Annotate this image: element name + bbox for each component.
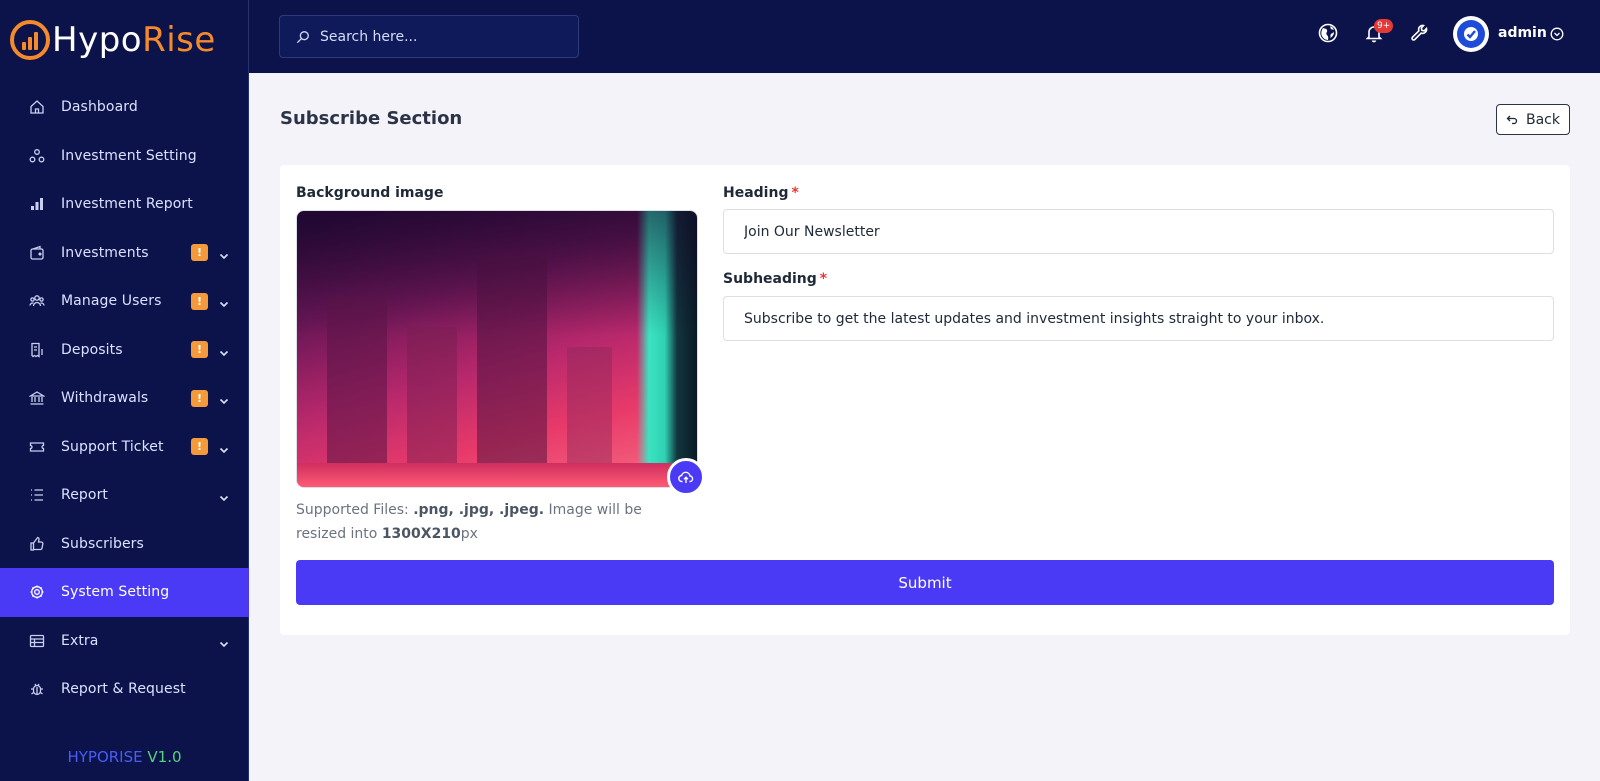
- brand-logo[interactable]: HypoRise: [10, 18, 216, 62]
- sidebar-item-label: Support Ticket: [61, 438, 164, 455]
- list-icon: [29, 487, 45, 503]
- subheading-label: Subheading *: [723, 271, 828, 287]
- subheading-input[interactable]: [723, 296, 1554, 341]
- sidebar-item-investment-setting[interactable]: Investment Setting: [0, 132, 249, 181]
- upload-image-button[interactable]: [667, 458, 705, 496]
- brand-name: HypoRise: [52, 20, 216, 60]
- sidebar-item-report[interactable]: Report: [0, 471, 249, 520]
- back-button[interactable]: Back: [1496, 104, 1570, 135]
- home-icon: [29, 99, 45, 115]
- sidebar: HypoRise Dashboard Investment Setting Inve…: [0, 0, 249, 781]
- chevron-down-icon[interactable]: [218, 489, 230, 502]
- submit-button[interactable]: Submit: [296, 560, 1554, 605]
- check-badge-icon: [1457, 20, 1485, 48]
- sidebar-item-dashboard[interactable]: Dashboard: [0, 83, 249, 132]
- search-box[interactable]: [279, 15, 579, 58]
- alert-badge: !: [191, 341, 208, 359]
- alert-badge: !: [191, 389, 208, 407]
- receipt-icon: [29, 342, 45, 358]
- alert-badge: !: [191, 292, 208, 310]
- supported-files-help: Supported Files: .png, .jpg, .jpeg. Imag…: [296, 502, 642, 542]
- sidebar-item-system-setting[interactable]: System Setting: [0, 568, 249, 617]
- sidebar-item-label: Report: [61, 487, 109, 504]
- avatar[interactable]: [1453, 16, 1489, 52]
- back-label: Back: [1526, 111, 1560, 128]
- chevron-down-icon[interactable]: [218, 295, 230, 308]
- sidebar-item-label: Report & Request: [61, 681, 186, 698]
- sidebar-item-deposits[interactable]: Deposits!: [0, 326, 249, 375]
- chevron-down-icon[interactable]: [218, 247, 230, 259]
- heading-label: Heading *: [723, 185, 799, 201]
- ticket-icon: [29, 439, 45, 455]
- back-arrow-icon: [1506, 115, 1518, 124]
- bar-chart-icon: [29, 196, 45, 212]
- wallet-icon: [29, 245, 45, 261]
- thumbs-up-icon: [29, 536, 45, 552]
- globe-icon[interactable]: [1317, 22, 1339, 44]
- sidebar-nav: Dashboard Investment Setting Investment Re…: [0, 83, 249, 714]
- chevron-down-icon[interactable]: [218, 392, 230, 405]
- chevron-down-icon[interactable]: [218, 441, 230, 453]
- sidebar-item-manage-users[interactable]: Manage Users!: [0, 277, 249, 326]
- settings-icon: [29, 584, 45, 600]
- sidebar-item-subscribers[interactable]: Subscribers: [0, 520, 249, 569]
- search-icon: [296, 30, 309, 43]
- sidebar-item-label: Withdrawals: [61, 390, 149, 407]
- sidebar-item-report-request[interactable]: Report & Request: [0, 665, 249, 714]
- sidebar-item-investment-report[interactable]: Investment Report: [0, 180, 249, 229]
- sidebar-item-label: Investment Setting: [61, 147, 197, 164]
- version-label: HYPORISE V1.0: [67, 748, 182, 766]
- notification-badge: 9+: [1374, 19, 1394, 33]
- topbar: [249, 0, 1600, 73]
- search-input[interactable]: [320, 28, 570, 45]
- wrench-icon[interactable]: [1409, 22, 1431, 44]
- users-icon: [29, 293, 45, 309]
- sidebar-item-label: Extra: [61, 632, 99, 649]
- table-icon: [29, 633, 45, 649]
- chevron-down-circle-icon[interactable]: [1550, 27, 1564, 41]
- bank-icon: [29, 390, 45, 406]
- sidebar-item-label: Investment Report: [61, 196, 193, 213]
- sidebar-item-label: Subscribers: [61, 535, 144, 552]
- network-icon: [29, 148, 45, 164]
- alert-badge: !: [191, 438, 208, 456]
- sidebar-item-investments[interactable]: Investments!: [0, 229, 249, 278]
- logo-mark-icon: [10, 20, 50, 60]
- cloud-upload-icon: [678, 471, 694, 483]
- background-image-preview: [296, 210, 698, 488]
- sidebar-item-label: Investments: [61, 244, 149, 261]
- sidebar-item-label: Deposits: [61, 341, 123, 358]
- subscribe-form-card: Background image Supported Files: .png, …: [280, 165, 1570, 635]
- page-title: Subscribe Section: [280, 108, 463, 129]
- background-image-label: Background image: [296, 185, 444, 201]
- chevron-down-icon[interactable]: [218, 635, 230, 647]
- sidebar-item-label: Dashboard: [61, 99, 138, 116]
- sidebar-item-support-ticket[interactable]: Support Ticket!: [0, 423, 249, 472]
- sidebar-item-label: System Setting: [61, 584, 170, 601]
- alert-badge: !: [191, 244, 208, 262]
- sidebar-item-extra[interactable]: Extra: [0, 617, 249, 666]
- chevron-down-icon[interactable]: [218, 344, 230, 356]
- sidebar-item-withdrawals[interactable]: Withdrawals!: [0, 374, 249, 423]
- bug-icon: [29, 681, 45, 697]
- heading-input[interactable]: [723, 209, 1554, 254]
- user-name[interactable]: admin: [1498, 25, 1547, 41]
- sidebar-item-label: Manage Users: [61, 293, 162, 310]
